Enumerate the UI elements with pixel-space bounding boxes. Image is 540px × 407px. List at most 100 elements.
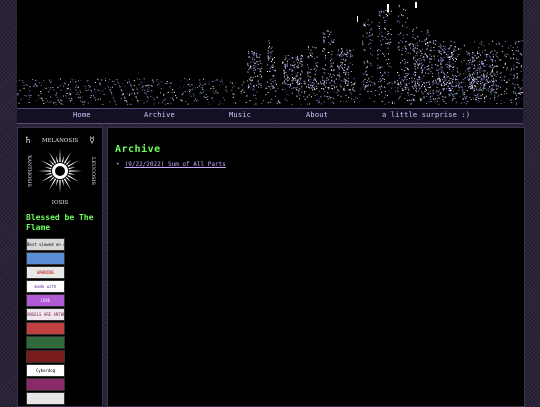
foliage-pixel	[477, 76, 478, 78]
building-pixel	[421, 59, 423, 61]
building-pixel	[346, 80, 348, 82]
building-pixel	[486, 80, 488, 82]
building-pixel	[349, 88, 351, 90]
foliage-pixel	[53, 89, 55, 91]
web-badge[interactable]	[26, 378, 65, 391]
foliage-pixel	[496, 103, 498, 104]
building-pixel	[496, 71, 498, 73]
foliage-pixel	[420, 99, 421, 101]
foliage-pixel	[444, 78, 446, 80]
building-pixel	[424, 85, 426, 87]
building-pixel	[341, 55, 343, 57]
building-pixel	[481, 62, 483, 64]
foliage-pixel	[473, 41, 475, 43]
building-pixel	[438, 51, 440, 53]
building-pixel	[380, 72, 381, 74]
web-badge[interactable]	[26, 350, 65, 363]
web-badge[interactable]	[26, 252, 65, 265]
building-pixel	[286, 80, 288, 82]
web-badge[interactable]: ANGELS ARE ANTHROPOMORPHIC	[26, 308, 65, 321]
foliage-pixel	[422, 93, 424, 95]
nav-home-link[interactable]: Home	[73, 111, 91, 119]
building-pixel	[309, 76, 311, 78]
foliage-pixel	[445, 49, 446, 51]
foliage-pixel	[124, 97, 126, 99]
foliage-pixel	[53, 102, 55, 104]
foliage-pixel	[28, 99, 30, 100]
web-badge[interactable]: Best viewed on desktop	[26, 238, 65, 251]
building-pixel	[428, 34, 430, 36]
building-pixel	[327, 36, 329, 38]
foliage-pixel	[93, 95, 95, 97]
sun-ray	[40, 174, 53, 182]
building-pixel	[379, 15, 381, 17]
building-pixel	[301, 65, 302, 67]
foliage-pixel	[505, 53, 507, 55]
building-pixel	[483, 65, 485, 67]
foliage-pixel	[146, 85, 148, 87]
foliage-pixel	[503, 93, 505, 95]
building-pixel	[445, 83, 447, 85]
building-pixel	[484, 53, 486, 55]
building-pixel	[315, 62, 317, 64]
building-pixel	[485, 87, 487, 89]
building-pixel	[301, 57, 303, 59]
foliage-pixel	[301, 91, 303, 93]
web-badge[interactable]: WARNING	[26, 266, 65, 279]
nav-about-link[interactable]: About	[306, 111, 328, 119]
building-pixel	[344, 89, 346, 91]
web-badge[interactable]	[26, 336, 65, 349]
building-pixel	[327, 30, 329, 32]
foliage-pixel	[350, 92, 352, 94]
building-pixel	[483, 77, 485, 79]
nav-surprise-link[interactable]: a little surprise :)	[382, 111, 470, 119]
web-badge[interactable]: made with	[26, 280, 65, 293]
foliage-pixel	[347, 84, 349, 86]
building-pixel	[388, 71, 390, 73]
building-pixel	[417, 51, 419, 53]
building-pixel	[333, 74, 335, 76]
building-pixel	[250, 65, 252, 67]
building-pixel	[295, 75, 297, 77]
foliage-pixel	[94, 88, 95, 90]
foliage-pixel	[515, 98, 517, 99]
nav-archive-link[interactable]: Archive	[144, 111, 175, 119]
foliage-pixel	[180, 80, 182, 82]
web-badge[interactable]	[26, 392, 65, 405]
nav-music-link[interactable]: Music	[229, 111, 251, 119]
building-pixel	[483, 78, 485, 80]
web-badge[interactable]: Cyberdog	[26, 364, 65, 377]
foliage-pixel	[517, 46, 519, 48]
foliage-pixel	[490, 75, 492, 77]
foliage-pixel	[423, 59, 425, 61]
building-pixel	[283, 75, 285, 77]
foliage-pixel	[316, 86, 318, 88]
post-link[interactable]: (9/22/2022) Sum of All Parts	[125, 161, 226, 168]
foliage-pixel	[444, 96, 446, 98]
building-pixel	[324, 48, 326, 50]
foliage-pixel	[330, 97, 332, 99]
building-pixel	[289, 85, 291, 87]
building-pixel	[494, 60, 496, 62]
foliage-pixel	[324, 91, 326, 93]
foliage-pixel	[313, 88, 315, 90]
foliage-pixel	[243, 81, 245, 83]
foliage-pixel	[75, 86, 77, 88]
building-pixel	[348, 74, 349, 76]
building-pixel	[258, 57, 260, 59]
building-pixel	[331, 65, 333, 67]
foliage-pixel	[415, 71, 417, 73]
web-badge[interactable]	[26, 322, 65, 335]
building-pixel	[426, 69, 428, 71]
foliage-pixel	[513, 57, 514, 59]
foliage-pixel	[455, 57, 457, 59]
foliage-pixel	[421, 83, 423, 85]
foliage-pixel	[506, 69, 507, 71]
building-pixel	[469, 61, 471, 63]
foliage-pixel	[433, 55, 435, 57]
building-pixel	[377, 54, 379, 56]
foliage-pixel	[308, 94, 310, 96]
building-pixel	[472, 84, 474, 86]
building-pixel	[397, 80, 399, 82]
web-badge[interactable]: LOVE	[26, 294, 65, 307]
